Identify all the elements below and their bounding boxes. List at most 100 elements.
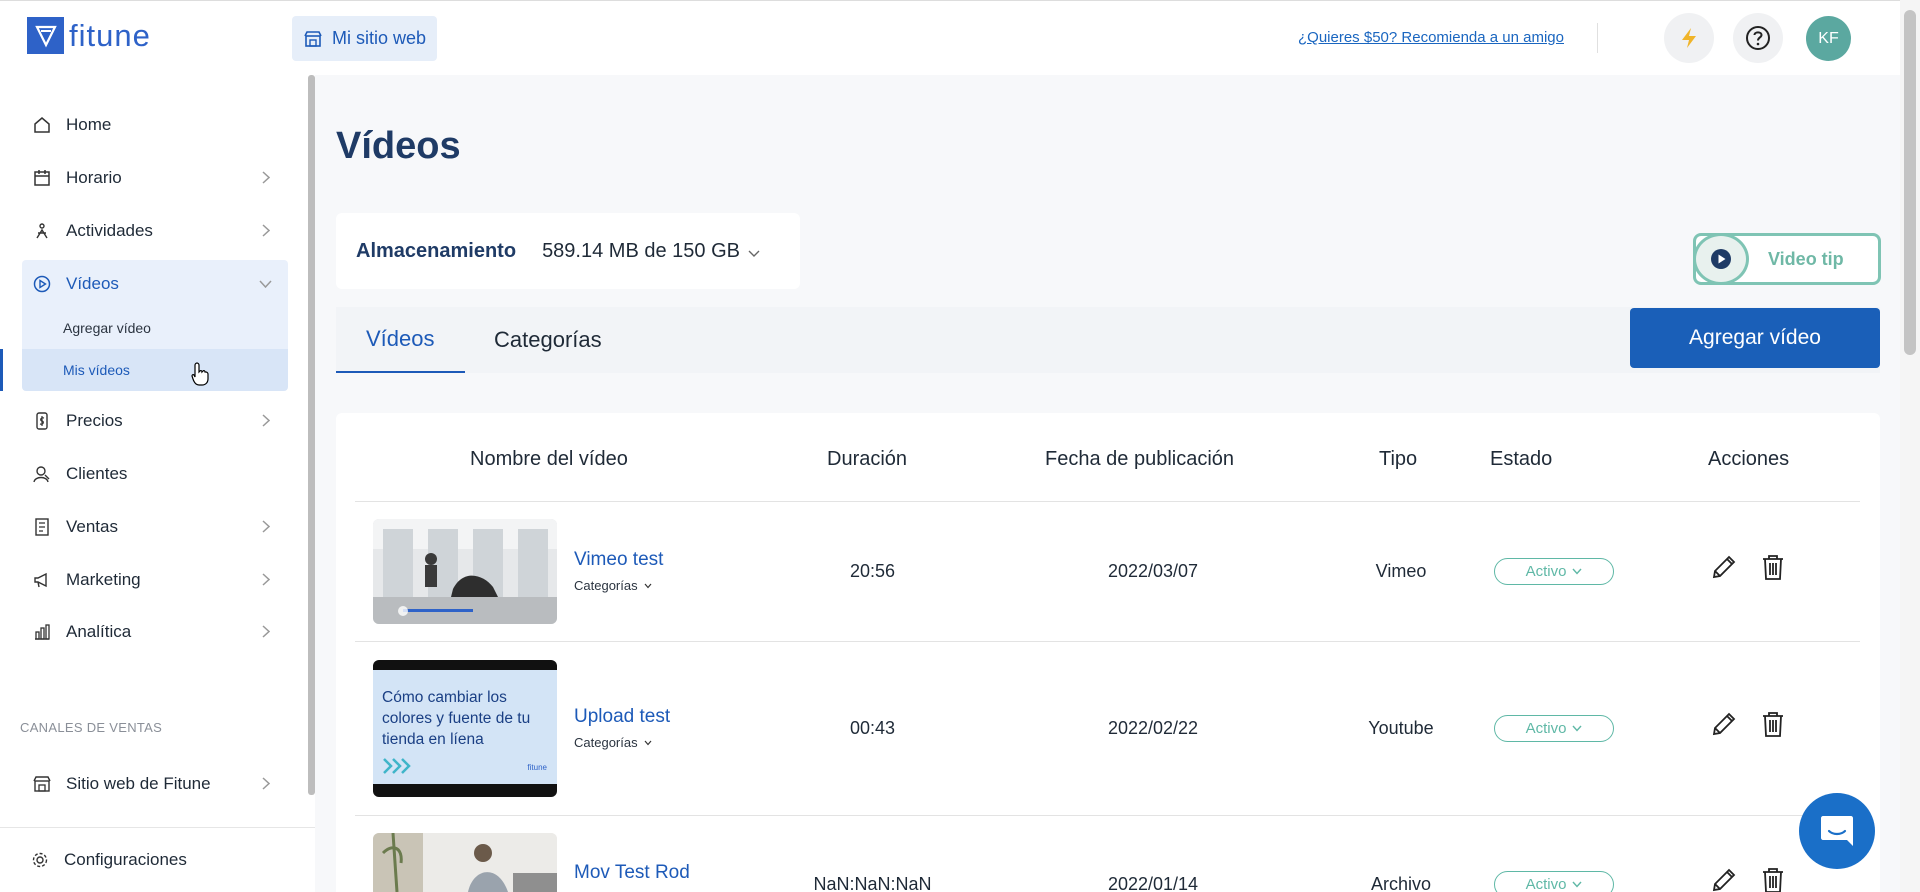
chat-button[interactable]: [1799, 793, 1875, 869]
chevron-right-icon: [262, 520, 270, 533]
delete-button[interactable]: [1760, 710, 1786, 738]
sidebar-item-precios[interactable]: Precios: [22, 397, 288, 445]
home-icon: [32, 116, 52, 134]
status-dropdown[interactable]: Activo: [1494, 558, 1614, 585]
sidebar-item-clientes[interactable]: Clientes: [22, 450, 288, 498]
chevron-down-icon: [748, 250, 760, 258]
storage-label: Almacenamiento: [356, 239, 517, 262]
sidebar-item-fitune-website[interactable]: Sitio web de Fitune: [22, 760, 288, 808]
sidebar-item-label: Marketing: [66, 570, 141, 589]
sidebar-subitem-label: Agregar vídeo: [63, 320, 151, 336]
user-avatar[interactable]: KF: [1806, 16, 1851, 61]
store-icon: [32, 775, 52, 793]
sidebar-item-label: Vídeos: [66, 274, 119, 293]
hand-cursor-icon: [191, 362, 209, 386]
duration-cell: 20:56: [849, 561, 896, 581]
sidebar-item-label: Sitio web de Fitune: [66, 774, 211, 793]
question-icon: [1745, 25, 1771, 51]
type-cell: Youtube: [1368, 718, 1434, 738]
delete-button[interactable]: [1760, 553, 1786, 581]
sidebar-item-marketing[interactable]: Marketing: [22, 556, 288, 604]
chevron-down-icon: [259, 280, 272, 288]
video-name-link[interactable]: Mov Test Rod: [574, 862, 690, 884]
sidebar-subitem-add-video[interactable]: Agregar vídeo: [22, 307, 288, 349]
sidebar-item-actividades[interactable]: Actividades: [22, 207, 288, 255]
date-cell: 2022/03/07: [1107, 561, 1199, 581]
sidebar-item-home[interactable]: Home: [22, 101, 288, 149]
trash-icon: [1760, 553, 1786, 581]
video-thumbnail[interactable]: Cómo cambiar los colores y fuente de tu …: [373, 660, 557, 797]
sidebar-subitem-my-videos[interactable]: Mis vídeos: [22, 349, 288, 391]
column-header-status: Estado: [1490, 448, 1553, 470]
clients-icon: [32, 465, 52, 483]
sidebar-item-settings[interactable]: Configuraciones: [20, 836, 286, 884]
videos-table: [336, 413, 1880, 892]
sidebar-item-horario[interactable]: Horario: [22, 154, 288, 202]
bolt-button[interactable]: [1664, 13, 1714, 63]
category-dropdown[interactable]: Categorías: [574, 735, 652, 750]
help-button[interactable]: [1733, 13, 1783, 63]
status-dropdown[interactable]: Activo: [1494, 871, 1614, 892]
price-tag-icon: [32, 412, 52, 430]
chevron-right-icon: [262, 224, 270, 237]
play-circle-icon: [32, 275, 52, 293]
thumbnail-brand: fitune: [527, 763, 547, 772]
sidebar-scrollbar[interactable]: [308, 75, 315, 795]
trash-icon: [1760, 866, 1786, 892]
video-thumbnail[interactable]: [373, 519, 557, 624]
refer-friend-link[interactable]: ¿Quieres $50? Recomienda a un amigo: [1298, 29, 1564, 46]
date-cell: 2022/02/22: [1107, 718, 1199, 738]
type-cell: Archivo: [1370, 874, 1432, 892]
category-label: Categorías: [574, 578, 638, 593]
sidebar-item-analitica[interactable]: Analítica: [22, 608, 288, 656]
edit-button[interactable]: [1710, 866, 1738, 892]
add-video-button[interactable]: Agregar vídeo: [1630, 308, 1880, 368]
row-divider: [355, 641, 1860, 642]
logo-text: fitune: [69, 17, 151, 53]
tab-videos[interactable]: Vídeos: [336, 307, 465, 373]
sidebar-item-ventas[interactable]: Ventas: [22, 503, 288, 551]
active-indicator: [0, 349, 3, 391]
sidebar-divider: [0, 827, 315, 828]
column-header-type: Tipo: [1379, 448, 1418, 470]
column-header-actions: Acciones: [1708, 448, 1790, 470]
chevron-down-icon: [644, 740, 652, 746]
column-header-duration: Duración: [827, 448, 908, 470]
video-thumbnail[interactable]: [373, 833, 557, 892]
chevron-right-icon: [262, 414, 270, 427]
sidebar-item-label: Configuraciones: [64, 850, 187, 869]
header-divider: [355, 501, 1860, 502]
fitune-logo[interactable]: fitune: [27, 17, 151, 54]
status-dropdown[interactable]: Activo: [1494, 715, 1614, 742]
chevron-down-icon: [1572, 725, 1582, 732]
edit-button[interactable]: [1710, 710, 1738, 738]
chevron-down-icon: [1572, 568, 1582, 575]
delete-button[interactable]: [1760, 866, 1786, 892]
video-tip-button[interactable]: Video tip: [1693, 233, 1881, 285]
pencil-icon: [1710, 866, 1738, 892]
edit-button[interactable]: [1710, 553, 1738, 581]
category-dropdown[interactable]: Categorías: [574, 578, 652, 593]
sidebar-item-label: Horario: [66, 168, 122, 187]
sales-channels-label: CANALES DE VENTAS: [20, 720, 163, 735]
arrows-icon: [383, 758, 411, 774]
page-scrollbar-thumb[interactable]: [1904, 10, 1916, 355]
sidebar-item-videos[interactable]: Vídeos: [22, 260, 288, 308]
sidebar-item-label: Ventas: [66, 517, 118, 536]
sidebar-subitem-label: Mis vídeos: [63, 362, 130, 378]
chevron-down-icon: [644, 583, 652, 589]
category-label: Categorías: [574, 735, 638, 750]
my-website-label: Mi sitio web: [332, 28, 427, 48]
sales-icon: [32, 518, 52, 536]
my-website-button[interactable]: Mi sitio web: [292, 16, 437, 61]
sidebar-item-label: Precios: [66, 411, 123, 430]
tab-categories[interactable]: Categorías: [464, 307, 632, 373]
activity-icon: [32, 222, 52, 240]
chevron-right-icon: [262, 171, 270, 184]
duration-cell: 00:43: [849, 718, 896, 738]
chevron-right-icon: [262, 777, 270, 790]
video-name-link[interactable]: Upload test: [574, 706, 670, 728]
storage-card[interactable]: Almacenamiento 589.14 MB de 150 GB: [336, 213, 800, 289]
video-name-link[interactable]: Vimeo test: [574, 549, 663, 571]
calendar-icon: [32, 169, 52, 187]
